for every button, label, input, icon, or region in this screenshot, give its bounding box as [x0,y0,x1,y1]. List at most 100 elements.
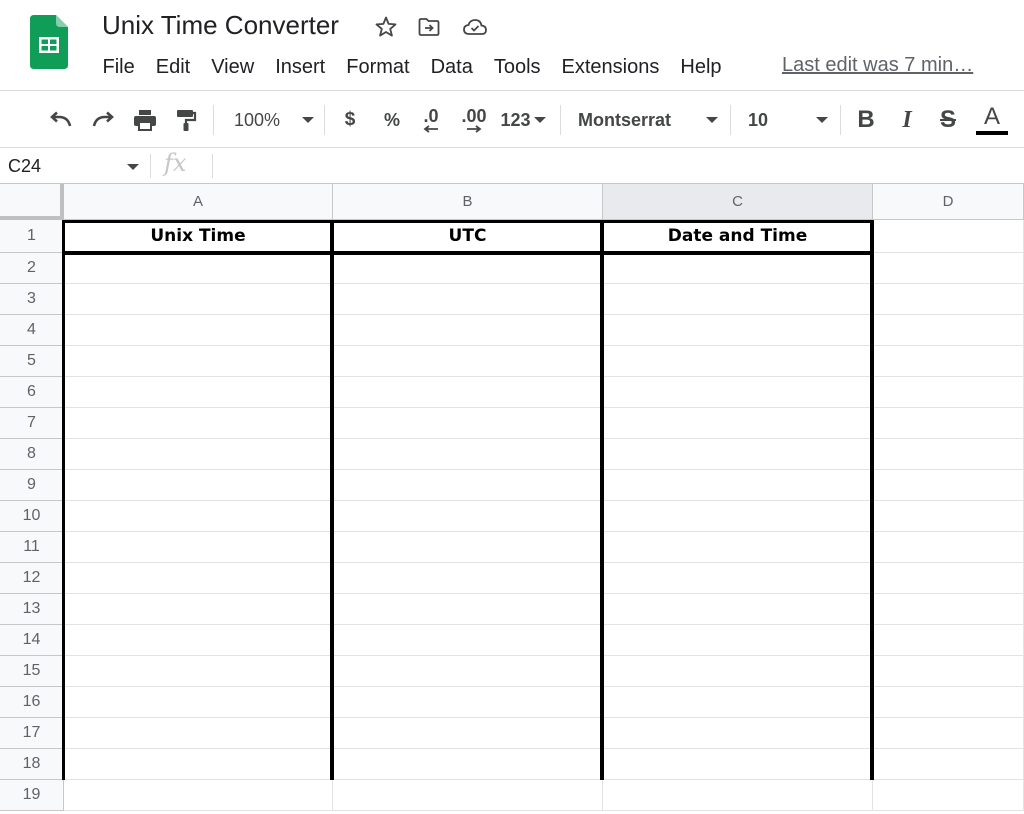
cell-b13[interactable] [333,594,603,625]
strikethrough-button[interactable]: S [932,91,964,149]
cell-d7[interactable] [873,408,1024,439]
cell-b2[interactable] [333,253,603,284]
cell-b16[interactable] [333,687,603,718]
cell-c11[interactable] [603,532,873,563]
menu-file[interactable]: File [92,56,145,79]
cell-a13[interactable] [64,594,333,625]
cell-a10[interactable] [64,501,333,532]
cell-d9[interactable] [873,470,1024,501]
name-box[interactable]: C24 [0,148,150,184]
cell-b17[interactable] [333,718,603,749]
font-size-select[interactable]: 10 [748,91,828,149]
menu-view[interactable]: View [201,56,265,79]
row-header-8[interactable]: 8 [0,439,64,470]
cell-c17[interactable] [603,718,873,749]
column-header-b[interactable]: B [333,184,603,220]
cell-c13[interactable] [603,594,873,625]
cell-b9[interactable] [333,470,603,501]
cell-c12[interactable] [603,563,873,594]
cell-a7[interactable] [64,408,333,439]
cell-d3[interactable] [873,284,1024,315]
cell-a14[interactable] [64,625,333,656]
menu-format[interactable]: Format [336,56,420,79]
cell-a15[interactable] [64,656,333,687]
redo-icon[interactable] [86,91,120,149]
undo-icon[interactable] [44,91,78,149]
cell-c5[interactable] [603,346,873,377]
formula-input[interactable] [218,148,1018,184]
cell-c4[interactable] [603,315,873,346]
cell-d8[interactable] [873,439,1024,470]
cell-a8[interactable] [64,439,333,470]
row-header-9[interactable]: 9 [0,470,64,501]
cell-b14[interactable] [333,625,603,656]
last-edit-link[interactable]: Last edit was 7 min… [782,54,976,77]
cell-d10[interactable] [873,501,1024,532]
move-folder-icon[interactable] [414,12,444,42]
row-header-7[interactable]: 7 [0,408,64,439]
cell-a3[interactable] [64,284,333,315]
menu-edit[interactable]: Edit [145,56,200,79]
cell-a2[interactable] [64,253,333,284]
cell-b19[interactable] [333,780,603,811]
cell-d14[interactable] [873,625,1024,656]
row-header-10[interactable]: 10 [0,501,64,532]
cell-c16[interactable] [603,687,873,718]
cell-b3[interactable] [333,284,603,315]
row-header-3[interactable]: 3 [0,284,64,315]
cell-d11[interactable] [873,532,1024,563]
cell-a4[interactable] [64,315,333,346]
currency-format-button[interactable]: $ [334,91,366,149]
cloud-saved-icon[interactable] [460,12,490,42]
bold-button[interactable]: B [850,91,882,149]
cell-b11[interactable] [333,532,603,563]
paint-format-icon[interactable] [170,91,202,149]
cell-b15[interactable] [333,656,603,687]
column-header-c[interactable]: C [603,184,873,220]
row-header-15[interactable]: 15 [0,656,64,687]
cell-a16[interactable] [64,687,333,718]
row-header-13[interactable]: 13 [0,594,64,625]
star-icon[interactable] [371,12,401,42]
print-icon[interactable] [128,91,162,149]
column-header-d[interactable]: D [873,184,1024,220]
cell-c8[interactable] [603,439,873,470]
italic-button[interactable]: I [891,91,923,149]
increase-decimal-button[interactable]: .00 [456,91,492,149]
cell-c9[interactable] [603,470,873,501]
row-header-17[interactable]: 17 [0,718,64,749]
cell-d18[interactable] [873,749,1024,780]
cell-b18[interactable] [333,749,603,780]
menu-help[interactable]: Help [670,56,732,79]
row-header-14[interactable]: 14 [0,625,64,656]
cell-d6[interactable] [873,377,1024,408]
cell-d17[interactable] [873,718,1024,749]
cell-a5[interactable] [64,346,333,377]
cell-d13[interactable] [873,594,1024,625]
cell-a6[interactable] [64,377,333,408]
cell-d1[interactable] [873,220,1024,253]
cell-c7[interactable] [603,408,873,439]
row-header-18[interactable]: 18 [0,749,64,780]
cell-c19[interactable] [603,780,873,811]
cell-c18[interactable] [603,749,873,780]
column-header-a[interactable]: A [64,184,333,220]
zoom-select[interactable]: 100% [226,91,322,149]
cell-d15[interactable] [873,656,1024,687]
more-formats-button[interactable]: 123 [498,91,548,149]
font-family-select[interactable]: Montserrat [578,91,718,149]
text-color-button[interactable]: A [972,91,1012,149]
cell-c3[interactable] [603,284,873,315]
row-header-2[interactable]: 2 [0,253,64,284]
cell-b1[interactable]: UTC [333,220,603,253]
decrease-decimal-button[interactable]: .0 [414,91,448,149]
cell-b6[interactable] [333,377,603,408]
cell-c10[interactable] [603,501,873,532]
row-header-6[interactable]: 6 [0,377,64,408]
cell-b5[interactable] [333,346,603,377]
select-all-corner[interactable] [0,184,64,220]
row-header-5[interactable]: 5 [0,346,64,377]
row-header-12[interactable]: 12 [0,563,64,594]
menu-tools[interactable]: Tools [483,56,551,79]
cell-c15[interactable] [603,656,873,687]
